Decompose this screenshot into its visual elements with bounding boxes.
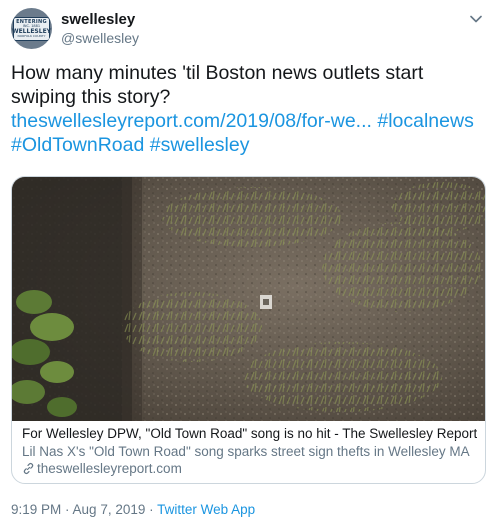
link-card[interactable]: For Wellesley DPW, "Old Town Road" song … [11,176,486,484]
user-handle[interactable]: @swellesley [61,29,139,47]
hashtag-oldtownroad[interactable]: #OldTownRoad [11,134,144,156]
tweet-text: How many minutes 'til Boston news outlet… [11,61,486,157]
avatar-sign: ENTERING INC. 1881 WELLESLEY NORFOLK COU… [12,17,51,41]
card-image[interactable] [12,177,485,421]
avatar[interactable]: ENTERING INC. 1881 WELLESLEY NORFOLK COU… [11,8,52,49]
hashtag-localnews[interactable]: #localnews [377,110,473,132]
tweet-link[interactable]: theswellesleyreport.com/2019/08/for-we..… [11,110,372,132]
hashtag-swellesley[interactable]: #swellesley [150,134,250,156]
tweet-date[interactable]: Aug 7, 2019 [73,502,146,517]
card-domain: theswellesleyreport.com [22,460,477,477]
tweet-time[interactable]: 9:19 PM [11,502,61,517]
card-title[interactable]: For Wellesley DPW, "Old Town Road" song … [22,425,477,443]
display-name[interactable]: swellesley [61,11,139,29]
card-description: Lil Nas X's "Old Town Road" song sparks … [22,444,470,459]
tweet-body: How many minutes 'til Boston news outlet… [11,62,424,108]
meta-separator: · [145,502,158,517]
tweet-header: ENTERING INC. 1881 WELLESLEY NORFOLK COU… [11,8,483,50]
avatar-sign-line4: NORFOLK COUNTY [17,33,46,38]
user-names: swellesley @swellesley [61,11,139,47]
tweet-meta: 9:19 PM · Aug 7, 2019 · Twitter Web App [11,501,255,519]
meta-separator: · [61,502,73,517]
card-info: For Wellesley DPW, "Old Town Road" song … [22,425,477,477]
card-domain-text: theswellesleyreport.com [37,461,182,476]
tweet-source-app[interactable]: Twitter Web App [157,502,255,517]
chevron-down-icon[interactable] [469,12,483,26]
tweet: ENTERING INC. 1881 WELLESLEY NORFOLK COU… [0,0,497,524]
link-icon [23,463,34,474]
